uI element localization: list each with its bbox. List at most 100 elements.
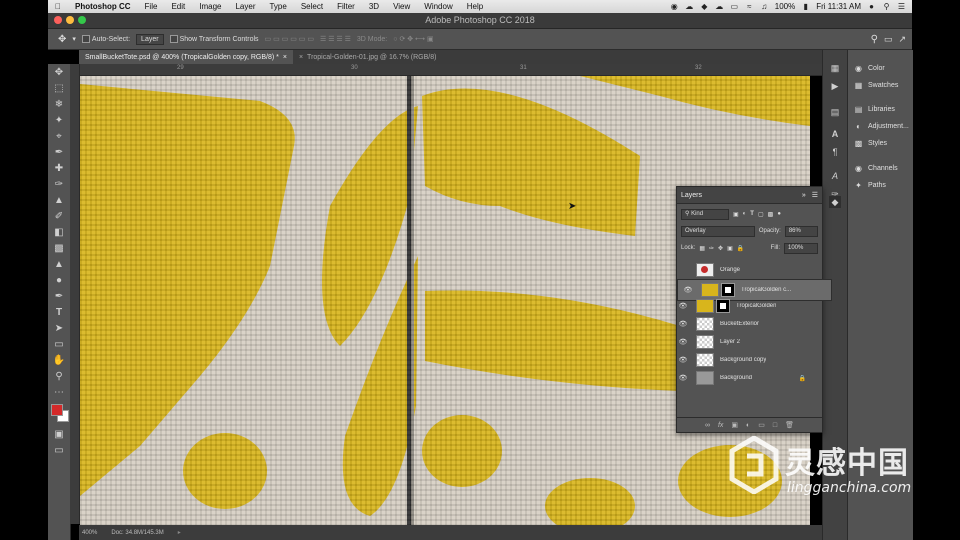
menu-layer[interactable]: Layer xyxy=(228,2,262,11)
auto-select-checkbox[interactable]: Auto-Select: xyxy=(81,35,130,43)
layer-row-tropicalgolden[interactable]: 👁 TropicalGolden xyxy=(677,297,822,315)
character-panel-icon[interactable]: A xyxy=(829,128,841,140)
lasso-tool-icon[interactable]: ❄ xyxy=(52,98,66,112)
align-icons[interactable]: ▭ ▭ ▭ ▭ ▭ ▭ xyxy=(265,35,314,43)
quick-mask-icon[interactable]: ▣ xyxy=(52,428,66,442)
menu-filter[interactable]: Filter xyxy=(330,2,362,11)
eraser-tool-icon[interactable]: ◧ xyxy=(52,226,66,240)
workspace-icon[interactable]: ▭ xyxy=(884,34,893,45)
menu-edit[interactable]: Edit xyxy=(164,2,192,11)
history-panel-icon[interactable]: ▦ xyxy=(829,62,841,74)
menu-view[interactable]: View xyxy=(386,2,417,11)
lock-transparent-icon[interactable]: ▦ xyxy=(699,245,705,252)
panel-styles[interactable]: ▩ Styles xyxy=(854,139,887,148)
layer-mask-thumbnail[interactable] xyxy=(716,299,730,313)
menu-image[interactable]: Image xyxy=(192,2,228,11)
panel-libraries[interactable]: ▤ Libraries xyxy=(854,105,895,114)
menu-window[interactable]: Window xyxy=(417,2,459,11)
dodge-tool-icon[interactable]: ● xyxy=(52,274,66,288)
layer-row-background[interactable]: 👁 Background 🔒 xyxy=(677,369,822,387)
distribute-icons[interactable]: ☰ ☰ ☰ ☰ xyxy=(320,35,351,43)
wifi-icon[interactable]: ≈ xyxy=(745,2,754,11)
panel-menu-icon[interactable]: ☰ xyxy=(812,191,818,199)
doc-size[interactable]: Doc: 34.8M/145.3M xyxy=(111,530,163,536)
marquee-tool-icon[interactable]: ⬚ xyxy=(52,82,66,96)
visibility-eye-icon[interactable]: 👁 xyxy=(677,320,689,328)
type-tool-icon[interactable]: T xyxy=(52,306,66,320)
vertical-ruler[interactable] xyxy=(70,64,80,524)
layer-filter-select[interactable]: ⚲ Kind xyxy=(681,208,729,220)
layer-mask-thumbnail[interactable] xyxy=(721,283,735,297)
link-layers-icon[interactable]: ∞ xyxy=(705,422,710,429)
gradient-tool-icon[interactable]: ▩ xyxy=(52,242,66,256)
adjustments-panel-icon[interactable]: ▤ xyxy=(829,106,841,118)
menu-select[interactable]: Select xyxy=(294,2,330,11)
volume-icon[interactable]: ♫ xyxy=(760,2,769,11)
more-tools-icon[interactable]: ⋯ xyxy=(52,386,66,400)
visibility-eye-icon[interactable]: 👁 xyxy=(677,338,689,346)
new-group-icon[interactable]: ▭ xyxy=(758,421,765,429)
notification-center-icon[interactable]: ☰ xyxy=(897,2,906,11)
airplay-icon[interactable]: ▭ xyxy=(730,2,739,11)
delete-layer-icon[interactable]: 🗑 xyxy=(785,421,794,429)
apple-menu[interactable]:  xyxy=(48,2,68,11)
layer-row-layer-2[interactable]: 👁 Layer 2 xyxy=(677,333,822,351)
visibility-eye-icon[interactable]: 👁 xyxy=(677,356,689,364)
properties-panel-icon[interactable]: ▶ xyxy=(829,80,841,92)
zoom-level[interactable]: 400% xyxy=(82,530,97,536)
menu-help[interactable]: Help xyxy=(460,2,490,11)
foreground-color-swatch[interactable] xyxy=(51,404,63,416)
battery-icon[interactable]: ▮ xyxy=(801,2,810,11)
history-brush-tool-icon[interactable]: ✐ xyxy=(52,210,66,224)
crop-tool-icon[interactable]: ⌖ xyxy=(52,130,66,144)
horizontal-ruler[interactable]: 29 30 31 32 xyxy=(79,64,822,76)
auto-select-target-select[interactable]: Layer xyxy=(136,33,164,45)
move-tool-icon[interactable]: ✥ xyxy=(52,66,66,80)
panel-color[interactable]: ◉ Color xyxy=(854,64,885,73)
clone-stamp-tool-icon[interactable]: ▲ xyxy=(52,194,66,208)
search-icon[interactable]: ⚲ xyxy=(871,34,878,45)
lock-position-icon[interactable]: ✥ xyxy=(718,245,723,252)
tab-smallbuckettote[interactable]: SmallBucketTote.psd @ 400% (TropicalGold… xyxy=(79,50,293,64)
hand-tool-icon[interactable]: ✋ xyxy=(52,354,66,368)
fill-field[interactable]: 100% xyxy=(784,242,818,254)
opacity-field[interactable]: 86% xyxy=(784,225,818,237)
screen-mode-icon[interactable]: ▭ xyxy=(52,444,66,458)
menu-file[interactable]: File xyxy=(138,2,165,11)
clock[interactable]: Fri 11:31 AM xyxy=(816,2,861,11)
menu-type[interactable]: Type xyxy=(262,2,293,11)
lock-all-icon[interactable]: 🔒 xyxy=(737,245,744,252)
filter-pixel-icon[interactable]: ▣ xyxy=(733,211,739,218)
brush-tool-icon[interactable]: ✑ xyxy=(52,178,66,192)
3d-tools-icons[interactable]: ○ ⟳ ✥ ⟷ ▣ xyxy=(393,35,433,43)
eyedropper-tool-icon[interactable]: ✒ xyxy=(52,146,66,160)
status-menu-icon[interactable]: ▸ xyxy=(178,529,181,536)
tab-tropical-golden[interactable]: × Tropical-Golden-01.jpg @ 16.7% (RGB/8) xyxy=(293,50,443,64)
panel-adjustments[interactable]: ◐ Adjustment... xyxy=(854,122,909,131)
move-tool-icon[interactable]: ✥ xyxy=(58,34,66,45)
lock-artboard-icon[interactable]: ▣ xyxy=(727,245,733,252)
path-selection-tool-icon[interactable]: ➤ xyxy=(52,322,66,336)
blend-mode-select[interactable]: Overlay xyxy=(681,225,755,237)
layer-style-icon[interactable]: fx xyxy=(718,422,723,429)
app-menu[interactable]: Photoshop CC xyxy=(68,2,138,11)
panel-swatches[interactable]: ▦ Swatches xyxy=(854,81,899,90)
layer-row-bucketexterior[interactable]: 👁 BucketExterior xyxy=(677,315,822,333)
zoom-tool-icon[interactable]: ⚲ xyxy=(52,370,66,384)
glyphs-panel-icon[interactable]: A xyxy=(829,170,841,182)
pen-tool-icon[interactable]: ✒ xyxy=(52,290,66,304)
panel-channels[interactable]: ◉ Channels xyxy=(854,164,898,173)
close-tab-icon[interactable]: × xyxy=(299,54,303,61)
show-transform-checkbox[interactable]: Show Transform Controls xyxy=(169,35,259,43)
healing-brush-tool-icon[interactable]: ✚ xyxy=(52,162,66,176)
filter-type-icon[interactable]: T xyxy=(750,211,754,217)
add-mask-icon[interactable]: ▣ xyxy=(731,421,738,429)
new-adjustment-layer-icon[interactable]: ◐ xyxy=(746,422,750,429)
new-layer-icon[interactable]: □ xyxy=(773,422,777,429)
spotlight-icon[interactable]: ⚲ xyxy=(882,2,891,11)
user-icon[interactable]: ● xyxy=(867,2,876,11)
layers-panel-icon[interactable]: ◆ xyxy=(829,196,841,208)
paragraph-panel-icon[interactable]: ¶ xyxy=(829,146,841,158)
layer-row-background-copy[interactable]: 👁 Background copy xyxy=(677,351,822,369)
tool-preset-dropdown[interactable]: ▾ xyxy=(72,35,76,43)
